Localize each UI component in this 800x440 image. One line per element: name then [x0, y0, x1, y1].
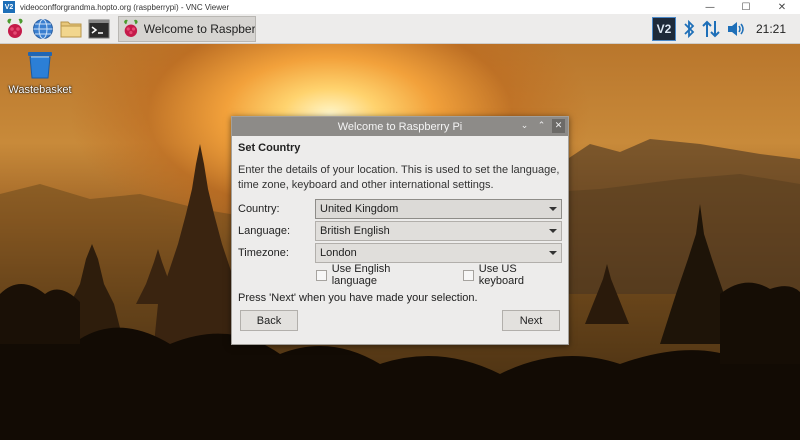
vnc-server-icon[interactable]: V2	[651, 16, 676, 42]
dialog-description: Enter the details of your location. This…	[238, 164, 560, 191]
next-button[interactable]: Next	[502, 310, 560, 331]
back-button[interactable]: Back	[240, 310, 298, 331]
vnc-window-title: videoconfforgrandma.hopto.org (raspberry…	[20, 2, 230, 12]
taskbar-task-welcome[interactable]: Welcome to Raspberr...	[118, 15, 256, 42]
dialog-maximize-button[interactable]: ⌃	[535, 119, 548, 133]
vnc-window-controls: — ☐ ✕	[692, 0, 800, 14]
dialog-buttons: Back Next	[238, 310, 562, 331]
options-row: Use English language Use US keyboard	[316, 263, 562, 287]
dropdown-arrow-icon	[549, 251, 557, 255]
dialog-title: Welcome to Raspberry Pi	[337, 120, 463, 133]
country-row: Country: United Kingdom	[238, 198, 562, 220]
language-row: Language: British English	[238, 220, 562, 242]
taskbar-task-label: Welcome to Raspberr...	[143, 21, 255, 36]
timezone-select[interactable]: London	[315, 243, 562, 263]
dropdown-arrow-icon	[549, 229, 557, 233]
minimize-button[interactable]: —	[692, 0, 728, 14]
use-english-label: Use English language	[331, 263, 391, 287]
taskbar: Welcome to Raspberr... V2 21:21	[0, 14, 800, 44]
checkbox-box[interactable]	[316, 269, 327, 281]
volume-icon[interactable]	[726, 16, 746, 42]
country-value: United Kingdom	[320, 203, 399, 215]
desktop: Wastebasket Welcome to Raspberry Pi ⌄ ⌃ …	[0, 44, 800, 440]
web-browser-icon[interactable]	[30, 16, 56, 42]
wastebasket-icon	[28, 52, 52, 79]
timezone-row: Timezone: London	[238, 242, 562, 264]
dropdown-arrow-icon	[549, 207, 557, 211]
dialog-heading: Set Country	[238, 142, 301, 154]
timezone-value: London	[320, 247, 357, 259]
language-select[interactable]: British English	[315, 221, 562, 241]
file-manager-icon[interactable]	[58, 16, 84, 42]
vnc-logo-icon: V2	[3, 1, 15, 13]
system-tray: V2 21:21	[651, 14, 800, 44]
terminal-icon[interactable]	[86, 16, 112, 42]
use-us-keyboard-checkbox[interactable]: Use US keyboard	[463, 263, 562, 287]
vnc-titlebar: V2 videoconfforgrandma.hopto.org (raspbe…	[0, 0, 800, 14]
language-label: Language:	[238, 225, 290, 237]
checkbox-box[interactable]	[463, 269, 474, 281]
raspberry-menu-icon[interactable]	[2, 16, 28, 42]
timezone-label: Timezone:	[238, 247, 289, 259]
wastebasket-desktop-icon[interactable]: Wastebasket	[6, 50, 74, 96]
country-label: Country:	[238, 203, 280, 215]
use-us-keyboard-label: Use US keyboard	[478, 263, 525, 287]
country-select[interactable]: United Kingdom	[315, 199, 562, 219]
use-english-checkbox[interactable]: Use English language	[316, 263, 435, 287]
dialog-close-button[interactable]: ✕	[552, 119, 565, 133]
bluetooth-icon[interactable]	[682, 16, 696, 42]
welcome-dialog: Welcome to Raspberry Pi ⌄ ⌃ ✕ Set Countr…	[231, 116, 569, 345]
network-icon[interactable]	[702, 16, 720, 42]
dialog-titlebar[interactable]: Welcome to Raspberry Pi ⌄ ⌃ ✕	[232, 117, 568, 136]
close-button[interactable]: ✕	[764, 0, 800, 14]
raspberry-app-icon	[124, 19, 138, 37]
dialog-prompt: Press 'Next' when you have made your sel…	[238, 292, 478, 304]
language-value: British English	[320, 225, 390, 237]
dialog-minimize-button[interactable]: ⌄	[518, 119, 531, 133]
wastebasket-label: Wastebasket	[8, 84, 72, 96]
maximize-button[interactable]: ☐	[728, 0, 764, 14]
dialog-body: Set Country Enter the details of your lo…	[232, 136, 568, 331]
dialog-window-controls: ⌄ ⌃ ✕	[518, 119, 565, 133]
clock[interactable]: 21:21	[756, 22, 786, 36]
